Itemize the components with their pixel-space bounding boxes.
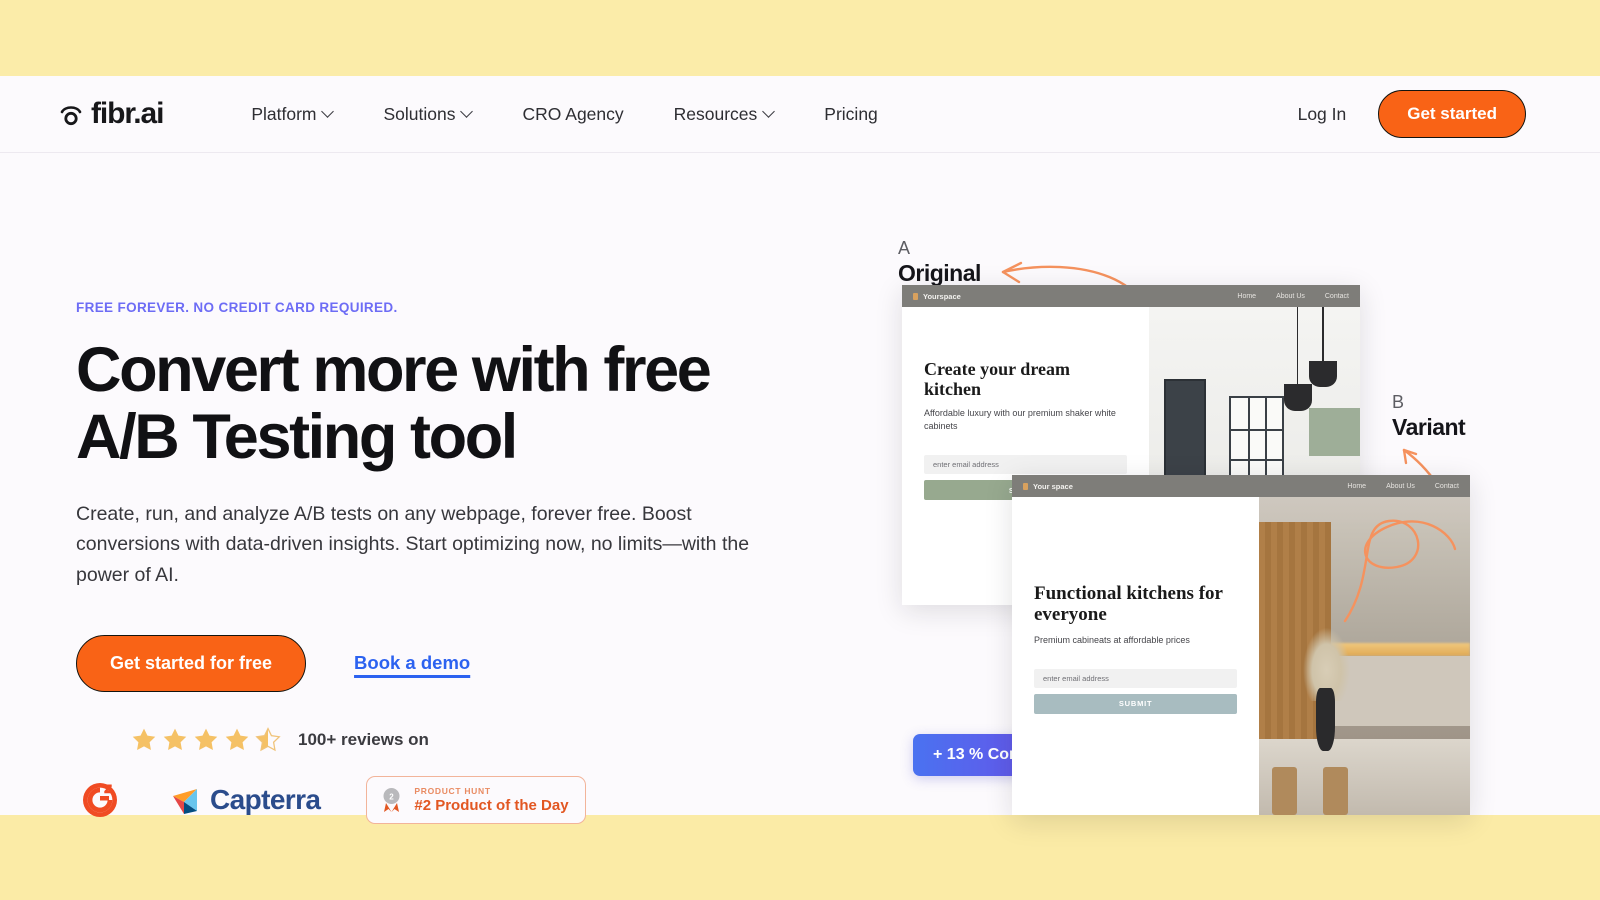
- mockup-nav-home[interactable]: Home: [1237, 293, 1256, 300]
- nav-label: Solutions: [383, 103, 456, 124]
- hero-eyebrow: FREE FOREVER. NO CREDIT CARD REQUIRED.: [76, 300, 398, 315]
- mockup-original-topbar: Yourspace Home About Us Contact: [902, 285, 1360, 307]
- product-hunt-text: PRODUCT HUNT #2 Product of the Day: [414, 786, 568, 814]
- eye-circle-icon: [58, 101, 84, 127]
- mockup-variant-submit-button[interactable]: SUBMIT: [1034, 693, 1238, 714]
- mockup-variant-subtext: Premium cabineats at affordable prices: [1034, 634, 1190, 645]
- brand-logo-text: fibr.ai: [91, 97, 164, 130]
- original-label: A Original: [898, 239, 981, 287]
- mockup-nav-about[interactable]: About Us: [1276, 293, 1305, 300]
- mockup-nav-contact[interactable]: Contact: [1435, 483, 1459, 490]
- headline-line-1: Convert more with free: [76, 335, 712, 405]
- site-logo-dot-icon: [1023, 482, 1028, 490]
- nav-item-pricing[interactable]: Pricing: [799, 104, 903, 125]
- hero-subcopy: Create, run, and analyze A/B tests on an…: [76, 502, 750, 587]
- hero-content: FREE FOREVER. NO CREDIT CARD REQUIRED. C…: [76, 300, 836, 824]
- g2-logo-icon[interactable]: [79, 779, 121, 821]
- mockup-variant-copy: Functional kitchens for everyone Premium…: [1012, 497, 1260, 815]
- page-root: fibr.ai Platform Solutions CRO Agency Re…: [0, 0, 1600, 900]
- mockup-variant-site-name: Your space: [1033, 481, 1073, 491]
- star-icon: [130, 726, 158, 754]
- hero-cta-row: Get started for free Book a demo: [76, 634, 836, 692]
- star-rating: [130, 726, 282, 754]
- mockup-variant-heading: Functional kitchens for everyone: [1034, 583, 1223, 626]
- book-a-demo-link[interactable]: Book a demo: [354, 652, 470, 674]
- headline-line-2: A/B Testing tool: [76, 401, 518, 472]
- original-tag-letter: A: [898, 238, 911, 258]
- brand-logo[interactable]: fibr.ai: [58, 97, 164, 131]
- decorative-top-band: [0, 0, 1600, 76]
- variant-label: B Variant: [1392, 392, 1466, 441]
- nav-label: CRO Agency: [522, 103, 624, 124]
- get-started-for-free-button[interactable]: Get started for free: [76, 634, 307, 692]
- decorative-bottom-band: [0, 815, 1600, 900]
- product-hunt-title: #2 Product of the Day: [414, 796, 569, 814]
- star-half-icon: [254, 726, 282, 754]
- product-hunt-kicker: PRODUCT HUNT: [414, 785, 491, 796]
- login-link[interactable]: Log In: [1266, 104, 1379, 125]
- header-actions: Log In Get started: [1266, 90, 1526, 138]
- mockup-nav-home[interactable]: Home: [1347, 483, 1366, 490]
- variant-tag-letter: B: [1392, 392, 1405, 412]
- mockup-variant-body: Functional kitchens for everyone Premium…: [1012, 497, 1470, 815]
- capterra-logo[interactable]: Capterra: [171, 783, 321, 816]
- reviews-count-label: 100+ reviews on: [298, 729, 429, 749]
- mockup-variant-topbar: Your space Home About Us Contact: [1012, 475, 1470, 497]
- mockup-nav-about[interactable]: About Us: [1386, 483, 1415, 490]
- nav-item-cro-agency[interactable]: CRO Agency: [497, 104, 648, 125]
- rating-row: 100+ reviews on: [130, 726, 836, 754]
- product-hunt-badge[interactable]: 2 PRODUCT HUNT #2 Product of the Day: [366, 775, 586, 824]
- chevron-down-icon: [764, 107, 774, 117]
- main-nav: Platform Solutions CRO Agency Resources …: [226, 104, 902, 125]
- mockup-nav-contact[interactable]: Contact: [1325, 293, 1349, 300]
- star-icon: [223, 726, 251, 754]
- mockup-original-nav: Home About Us Contact: [1237, 293, 1349, 300]
- original-tag-name: Original: [898, 260, 981, 286]
- chevron-down-icon: [323, 107, 333, 117]
- mockup-original-subtext: Affordable luxury with our premium shake…: [924, 408, 1116, 432]
- variant-tag-name: Variant: [1392, 414, 1466, 440]
- nav-item-resources[interactable]: Resources: [649, 104, 800, 125]
- hero-visual: A Original Yourspace Home About Us Conta…: [880, 225, 1580, 815]
- kitchen-photo-wood: [1259, 497, 1470, 815]
- nav-item-solutions[interactable]: Solutions: [358, 104, 497, 125]
- mockup-variant-nav: Home About Us Contact: [1347, 483, 1459, 490]
- mockup-original-site-name: Yourspace: [923, 291, 961, 301]
- medal-icon: 2: [379, 786, 404, 814]
- social-proof-badges: Capterra 2 PRODUCT HUNT #2 Product of th…: [76, 775, 836, 824]
- mockup-variant-photo: [1259, 497, 1470, 815]
- mockup-original-email-input[interactable]: enter email address: [924, 455, 1128, 475]
- nav-label: Pricing: [824, 103, 878, 124]
- capterra-logo-text: Capterra: [210, 783, 321, 815]
- nav-item-platform[interactable]: Platform: [226, 104, 358, 125]
- mockup-variant[interactable]: Your space Home About Us Contact Functio…: [1012, 475, 1470, 815]
- chevron-down-icon: [462, 107, 472, 117]
- site-header: fibr.ai Platform Solutions CRO Agency Re…: [0, 76, 1600, 153]
- star-icon: [161, 726, 189, 754]
- page-title: Convert more with free A/B Testing tool: [76, 337, 836, 471]
- mockup-variant-email-input[interactable]: enter email address: [1034, 668, 1238, 688]
- get-started-button[interactable]: Get started: [1378, 90, 1526, 138]
- svg-text:2: 2: [390, 792, 395, 801]
- mockup-original-heading: Create your dream kitchen: [924, 359, 1070, 400]
- nav-label: Resources: [673, 103, 758, 124]
- star-icon: [192, 726, 220, 754]
- site-logo-dot-icon: [913, 292, 918, 300]
- capterra-mark-icon: [173, 788, 197, 814]
- nav-label: Platform: [251, 103, 317, 124]
